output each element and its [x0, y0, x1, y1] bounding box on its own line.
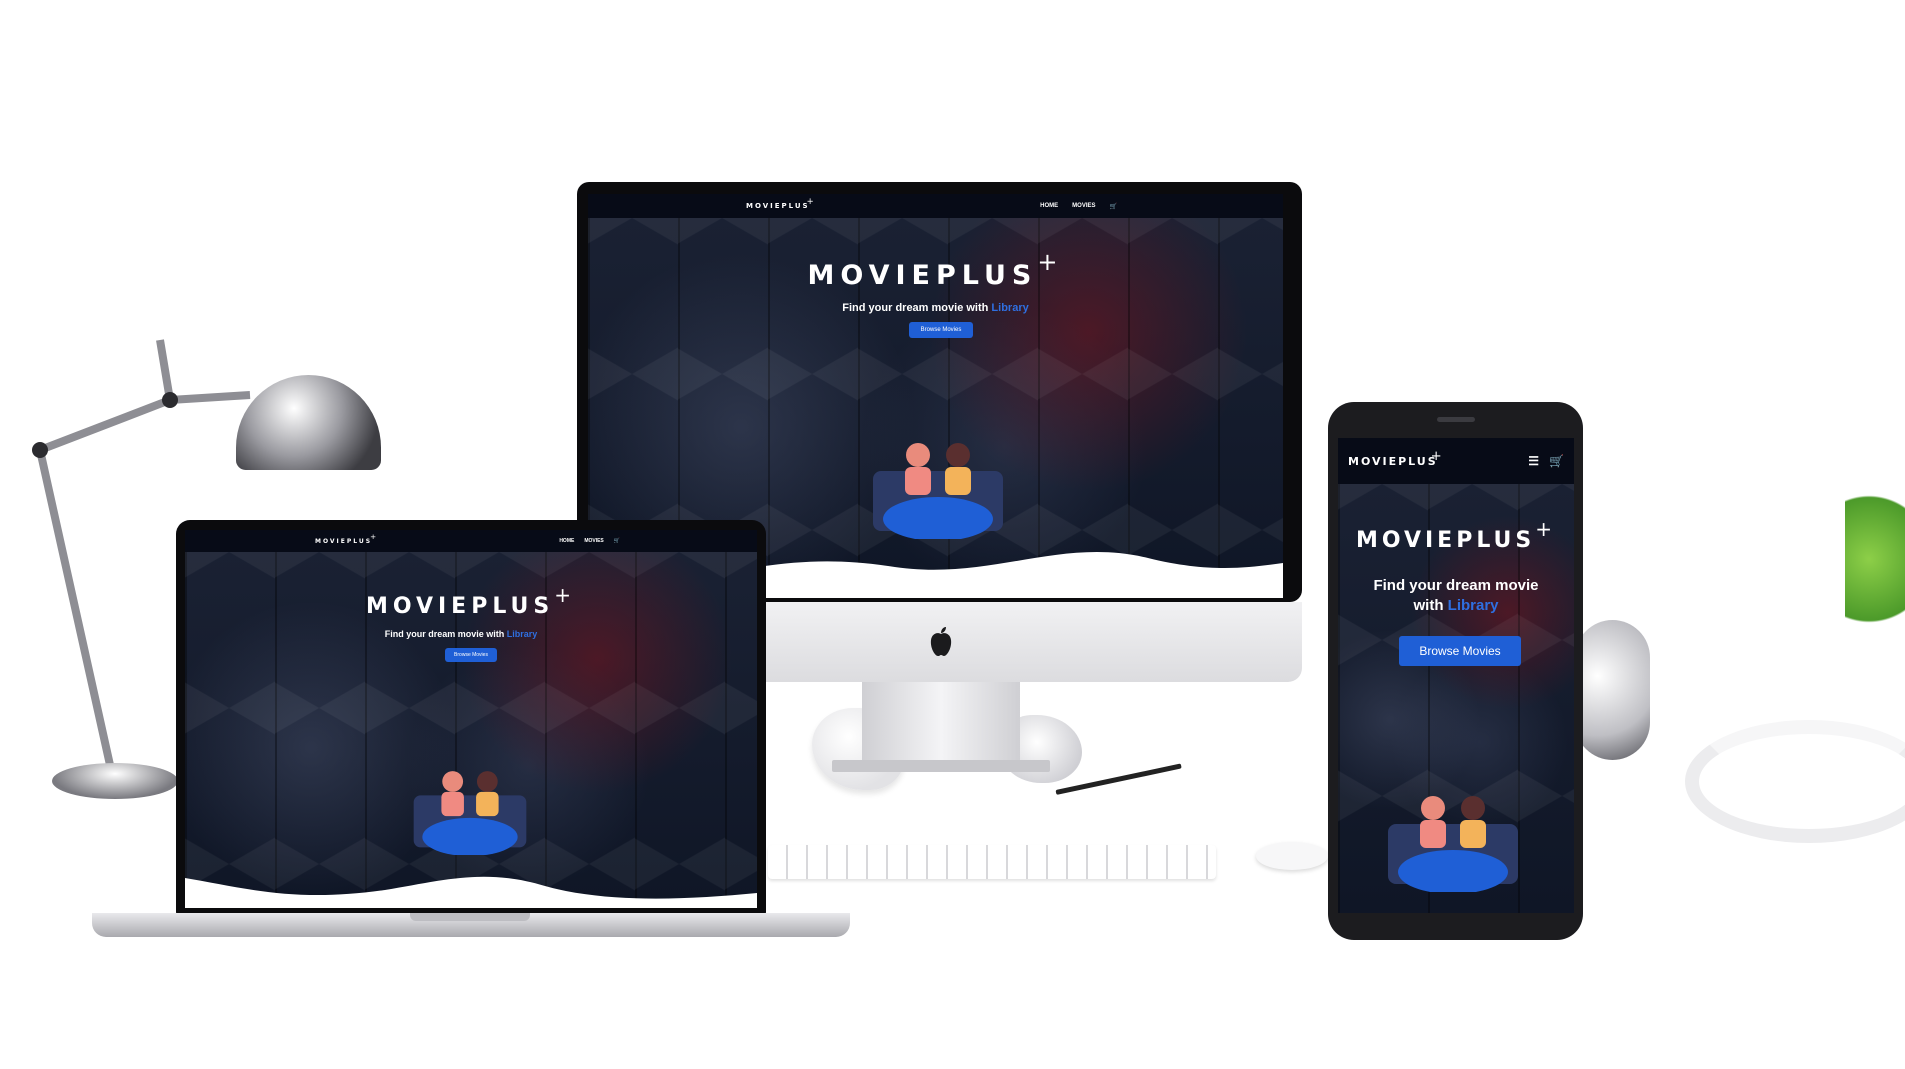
plant-decor [1845, 495, 1905, 655]
kettle-decor [1575, 620, 1650, 760]
desktop-browse-movies-button[interactable]: Browse Movies [909, 322, 973, 338]
laptop-hero-logo: MOVIEPLUS+ [365, 583, 577, 619]
desktop-hero-tagline: Find your dream movie with Library [842, 302, 1029, 314]
desktop-nav-movies-link[interactable]: MOVIES [1072, 203, 1095, 209]
headphones-decor [1685, 720, 1905, 843]
laptop-nav-home-link[interactable]: HOME [559, 538, 574, 544]
phone-navbar: MOVIEPLUS + ☰ 🛒 [1338, 438, 1574, 484]
phone-hero-tagline: Find your dream movie with Library [1373, 577, 1539, 614]
desktop-couple-watching-illustration [873, 443, 1003, 539]
laptop-hero-wave [185, 876, 757, 908]
phone-screen: MOVIEPLUS + ☰ 🛒 MOVIEPLUS+ Find your drea… [1338, 438, 1574, 913]
laptop-cart-icon[interactable]: 🛒 [614, 538, 620, 544]
phone-hero: MOVIEPLUS+ Find your dream movie with Li… [1338, 484, 1574, 913]
laptop-hero: MOVIEPLUS+ Find your dream movie with Li… [185, 552, 757, 908]
phone-cart-icon[interactable]: 🛒 [1549, 454, 1564, 468]
apple-logo-icon [930, 627, 952, 656]
desktop-nav-home-link[interactable]: HOME [1040, 203, 1058, 209]
keyboard-decor [768, 845, 1216, 879]
desktop-hero-logo: MOVIEPLUS+ [807, 248, 1064, 291]
laptop-browse-movies-button[interactable]: Browse Movies [445, 648, 497, 662]
phone-hero-logo: MOVIEPLUS+ [1355, 517, 1557, 553]
desktop-cart-icon[interactable]: 🛒 [1110, 203, 1117, 210]
laptop-screen: MOVIEPLUS + HOME MOVIES 🛒 MOVIEPLUS+ Find… [185, 530, 757, 908]
laptop-notch [410, 913, 530, 921]
laptop-nav-logo[interactable]: MOVIEPLUS + [315, 532, 376, 545]
laptop-navbar: MOVIEPLUS + HOME MOVIES 🛒 [185, 530, 757, 552]
desktop-navbar: MOVIEPLUS + HOME MOVIES 🛒 [588, 194, 1283, 218]
phone-couple-watching-illustration [1388, 796, 1518, 892]
desktop-monitor-stand [862, 682, 1020, 762]
desktop-monitor-foot [832, 760, 1050, 772]
desktop-nav-logo[interactable]: MOVIEPLUS + [746, 196, 814, 210]
mouse-decor [1256, 842, 1328, 870]
laptop-couple-watching-illustration [413, 771, 527, 855]
desk-lamp-base [52, 763, 178, 799]
phone-browse-movies-button[interactable]: Browse Movies [1399, 636, 1521, 666]
laptop-hero-tagline: Find your dream movie with Library [384, 629, 538, 639]
laptop-nav-movies-link[interactable]: MOVIES [584, 538, 603, 544]
hamburger-menu-icon[interactable]: ☰ [1528, 454, 1539, 468]
phone-nav-logo[interactable]: MOVIEPLUS + [1348, 449, 1442, 468]
phone-speaker [1437, 417, 1475, 422]
